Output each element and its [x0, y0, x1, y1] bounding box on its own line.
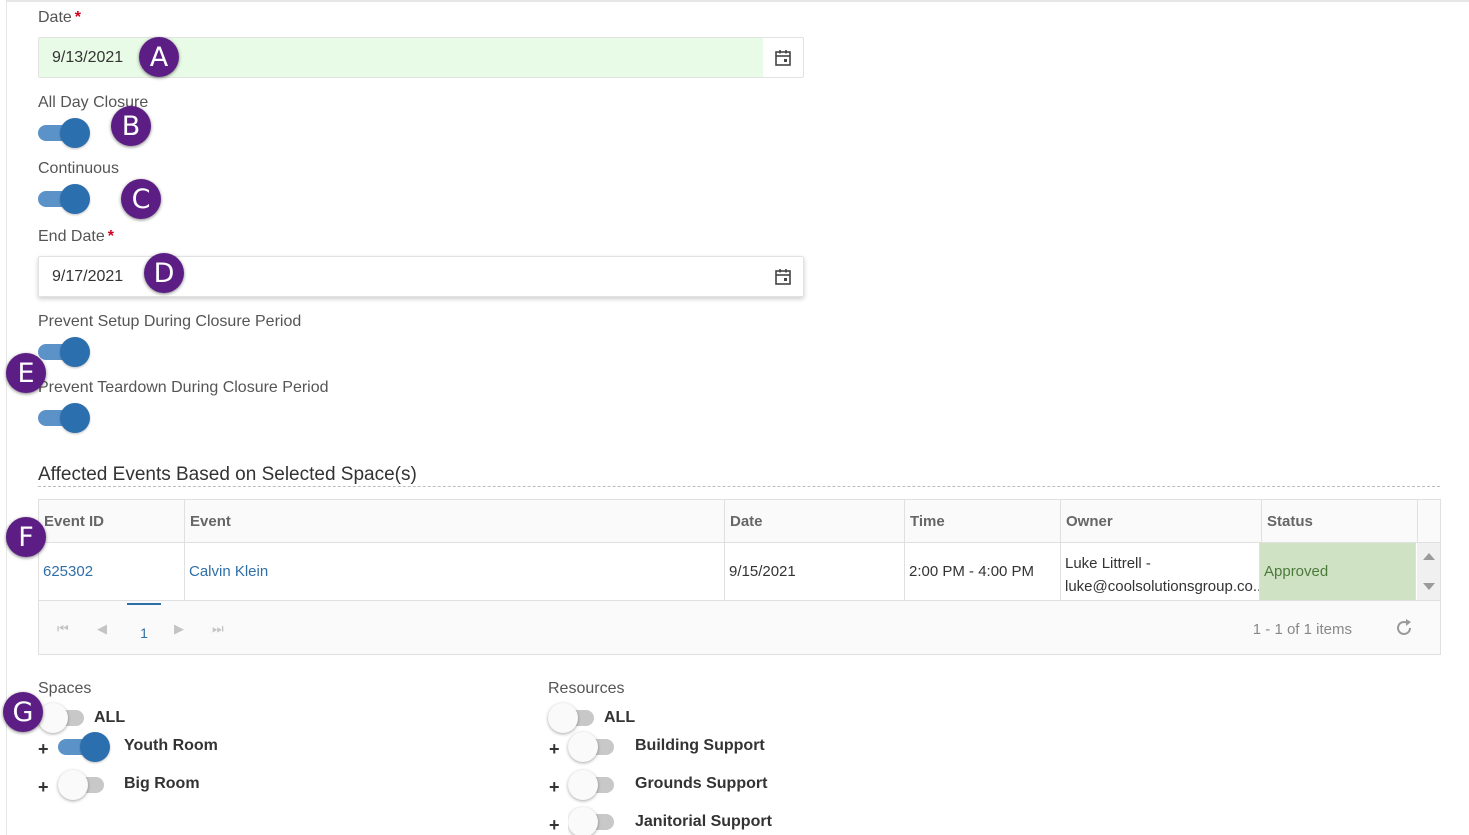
date-label: Date * [38, 9, 81, 27]
affected-events-title: Affected Events Based on Selected Space(… [38, 464, 417, 485]
switch-thumb [568, 770, 598, 800]
resources-label: Resources [548, 680, 625, 697]
prev-page-icon[interactable]: ◀ [97, 621, 107, 637]
date-calendar-button[interactable] [763, 38, 803, 77]
expand-plus-icon[interactable]: + [549, 815, 560, 835]
prevent-setup-switch[interactable] [38, 336, 90, 368]
resources-all-switch[interactable] [548, 702, 600, 734]
switch-thumb [568, 732, 598, 762]
prevent-teardown-switch[interactable] [38, 402, 90, 434]
column-header-event[interactable]: Event [185, 500, 725, 543]
callout-f: F [6, 517, 46, 557]
prevent-setup-label: Prevent Setup During Closure Period [38, 313, 302, 330]
next-page-icon[interactable]: ▶ [174, 621, 184, 637]
end-date-input-value: 9/17/2021 [52, 268, 124, 285]
pager-info: 1 - 1 of 1 items [1252, 621, 1352, 638]
callout-a: A [139, 37, 179, 77]
space-switch-big-room[interactable] [58, 769, 110, 801]
grid-pager: ⏮ ◀ 1 ▶ ⏭ 1 - 1 of 1 items [39, 601, 1440, 654]
prevent-teardown-label: Prevent Teardown During Closure Period [38, 379, 329, 396]
resource-switch-janitorial-support[interactable] [568, 806, 620, 835]
grid-vertical-scrollbar[interactable] [1417, 543, 1440, 600]
expand-plus-icon[interactable]: + [38, 777, 49, 798]
column-header-owner[interactable]: Owner [1061, 500, 1262, 543]
space-label-big-room: Big Room [124, 775, 200, 792]
column-header-status[interactable]: Status [1262, 500, 1418, 543]
resource-label-janitorial-support: Janitorial Support [635, 813, 772, 830]
switch-thumb [60, 184, 90, 214]
scroll-down-arrow-icon[interactable] [1423, 583, 1435, 590]
event-time-cell: 2:00 PM - 4:00 PM [905, 543, 1061, 600]
event-name-link[interactable]: Calvin Klein [185, 543, 725, 600]
switch-thumb [80, 732, 110, 762]
owner-name: Luke Littrell - [1065, 555, 1151, 572]
callout-b: B [111, 106, 151, 146]
refresh-icon[interactable] [1394, 618, 1414, 638]
callout-d: D [144, 253, 184, 293]
end-date-calendar-button[interactable] [763, 257, 803, 296]
owner-email: luke@coolsolutionsgroup.co... [1065, 578, 1260, 595]
resource-label-grounds-support: Grounds Support [635, 775, 768, 792]
column-header-date[interactable]: Date [725, 500, 905, 543]
date-input-value: 9/13/2021 [52, 49, 124, 66]
switch-thumb [60, 118, 90, 148]
continuous-label: Continuous [38, 160, 119, 177]
switch-thumb [568, 807, 598, 835]
date-label-text: Date [38, 9, 72, 26]
expand-plus-icon[interactable]: + [549, 739, 560, 760]
column-header-event-id[interactable]: Event ID [39, 500, 185, 543]
callout-c: C [121, 179, 161, 219]
expand-plus-icon[interactable]: + [38, 739, 49, 760]
callout-e: E [6, 353, 46, 393]
resource-switch-building-support[interactable] [568, 731, 620, 763]
table-row[interactable]: 625302 Calvin Klein 9/15/2021 2:00 PM - … [39, 543, 1440, 601]
resource-switch-grounds-support[interactable] [568, 769, 620, 801]
resource-label-building-support: Building Support [635, 737, 765, 754]
all-day-closure-switch[interactable] [38, 117, 90, 149]
switch-thumb [60, 403, 90, 433]
space-switch-youth-room[interactable] [58, 731, 110, 763]
page-number-current[interactable]: 1 [127, 603, 161, 653]
resources-all-label: ALL [604, 709, 636, 726]
switch-thumb [548, 703, 578, 733]
switch-thumb [60, 337, 90, 367]
last-page-icon[interactable]: ⏭ [212, 621, 224, 637]
callout-g: G [3, 692, 43, 732]
spaces-all-label: ALL [94, 709, 126, 726]
grid-header: Event ID Event Date Time Owner Status [39, 500, 1440, 543]
continuous-switch[interactable] [38, 183, 90, 215]
event-id-link[interactable]: 625302 [39, 543, 185, 600]
calendar-icon [775, 49, 791, 66]
first-page-icon[interactable]: ⏮ [57, 621, 69, 637]
switch-thumb [58, 770, 88, 800]
expand-plus-icon[interactable]: + [549, 777, 560, 798]
spaces-all-switch[interactable] [38, 702, 90, 734]
required-mark: * [107, 228, 114, 245]
space-label-youth-room: Youth Room [124, 737, 218, 754]
end-date-label-text: End Date [38, 228, 105, 245]
column-header-time[interactable]: Time [905, 500, 1061, 543]
event-date-cell: 9/15/2021 [725, 543, 905, 600]
scroll-up-arrow-icon[interactable] [1423, 553, 1435, 560]
status-badge: Approved [1260, 543, 1416, 600]
section-divider [38, 486, 1440, 487]
required-mark: * [74, 9, 82, 26]
event-owner-cell: Luke Littrell - luke@coolsolutionsgroup.… [1061, 543, 1260, 600]
spaces-label: Spaces [38, 680, 92, 697]
frame-top-border [6, 0, 1469, 2]
end-date-label: End Date * [38, 228, 114, 246]
affected-events-grid: Event ID Event Date Time Owner Status 62… [38, 499, 1441, 655]
calendar-icon [775, 268, 791, 285]
